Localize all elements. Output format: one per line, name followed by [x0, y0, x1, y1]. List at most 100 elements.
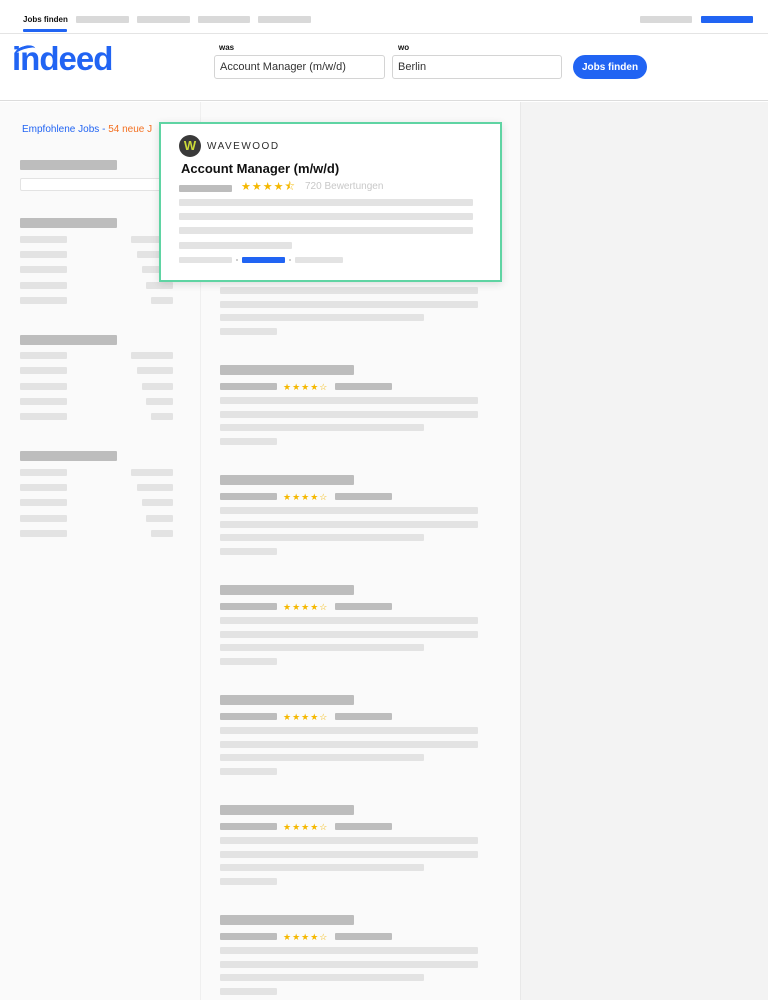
nav-tab-placeholder[interactable]	[198, 16, 250, 23]
job-description-line	[179, 242, 292, 249]
job-description-line	[179, 199, 473, 206]
filter-option[interactable]	[20, 515, 67, 522]
job-description-line	[220, 837, 478, 844]
filter-option[interactable]	[20, 352, 67, 359]
filter-option[interactable]	[20, 236, 67, 243]
company-name-placeholder	[220, 933, 277, 940]
location-placeholder	[335, 933, 392, 940]
filter-option-count	[151, 297, 173, 304]
rating-stars-icon: ★★★★☆	[283, 382, 329, 392]
nav-signin-placeholder[interactable]	[701, 16, 753, 23]
company-name-placeholder	[220, 383, 277, 390]
job-description-line	[220, 301, 478, 308]
filter-option[interactable]	[20, 499, 67, 506]
job-meta-placeholder	[179, 257, 232, 263]
filter-heading-placeholder	[20, 160, 117, 170]
company-name-placeholder	[220, 823, 277, 830]
meta-separator-icon	[289, 259, 291, 261]
job-title[interactable]: Account Manager (m/w/d)	[181, 161, 339, 176]
what-input[interactable]	[214, 55, 385, 79]
what-label: was	[219, 43, 235, 52]
job-description-line	[220, 534, 424, 541]
job-meta-line	[220, 988, 277, 995]
filter-option-count	[146, 282, 173, 289]
nav-tab-placeholder[interactable]	[76, 16, 129, 23]
wavewood-logo-icon: W	[179, 135, 201, 157]
job-description-line	[220, 287, 478, 294]
job-meta-line	[220, 658, 277, 665]
filter-option[interactable]	[20, 484, 67, 491]
job-title-placeholder[interactable]	[220, 365, 354, 375]
job-description-line	[220, 754, 424, 761]
company-placeholder	[179, 185, 232, 192]
nav-tab-placeholder[interactable]	[137, 16, 190, 23]
filter-option-count	[142, 383, 173, 390]
filter-option[interactable]	[20, 297, 67, 304]
filter-option[interactable]	[20, 251, 67, 258]
job-description-line	[220, 507, 478, 514]
job-description-line	[220, 631, 478, 638]
filter-option-count	[142, 499, 173, 506]
filter-option-count	[146, 515, 173, 522]
job-description-line	[220, 961, 478, 968]
filter-input[interactable]	[20, 178, 173, 191]
filter-option[interactable]	[20, 469, 67, 476]
job-detail-pane	[520, 102, 768, 1000]
reviews-count[interactable]: 720 Bewertungen	[305, 181, 383, 192]
company-name-placeholder	[220, 603, 277, 610]
job-title-placeholder[interactable]	[220, 585, 354, 595]
filter-option-count	[131, 352, 173, 359]
job-title-placeholder[interactable]	[220, 475, 354, 485]
job-meta-line	[220, 438, 277, 445]
job-description-line	[220, 397, 478, 404]
job-description-line	[220, 727, 478, 734]
nav-link-placeholder[interactable]	[640, 16, 692, 23]
job-description-line	[220, 851, 478, 858]
filter-option[interactable]	[20, 266, 67, 273]
job-meta-line	[220, 768, 277, 775]
meta-separator-icon	[236, 259, 238, 261]
where-input[interactable]	[392, 55, 562, 79]
filter-option[interactable]	[20, 282, 67, 289]
job-description-line	[179, 227, 473, 234]
filter-option-count	[137, 367, 173, 374]
filter-option-count	[146, 398, 173, 405]
job-title-placeholder[interactable]	[220, 915, 354, 925]
recommended-jobs-link[interactable]: Empfohlene Jobs	[22, 124, 99, 135]
job-description-line	[220, 864, 424, 871]
top-navigation: Jobs finden	[0, 0, 768, 34]
location-placeholder	[335, 383, 392, 390]
filter-option[interactable]	[20, 367, 67, 374]
job-description-line	[220, 411, 478, 418]
job-description-line	[220, 314, 424, 321]
job-meta-line	[220, 878, 277, 885]
job-description-line	[220, 617, 478, 624]
location-placeholder	[335, 603, 392, 610]
rating-stars-icon: ★★★★☆	[283, 932, 329, 942]
location-placeholder	[335, 823, 392, 830]
indeed-logo[interactable]: indeed	[12, 40, 113, 78]
filter-option-count	[137, 484, 173, 491]
heading-separator: -	[102, 124, 106, 135]
filter-group-heading	[20, 218, 117, 228]
nav-tab-placeholder[interactable]	[258, 16, 311, 23]
featured-job-card[interactable]: W WAVEWOOD Account Manager (m/w/d) ★★★★⯪…	[159, 122, 502, 282]
rating-stars-icon: ★★★★☆	[283, 602, 329, 612]
job-highlight-badge[interactable]	[242, 257, 285, 263]
logo-letter: W	[183, 138, 197, 153]
job-title-placeholder[interactable]	[220, 695, 354, 705]
filter-option[interactable]	[20, 530, 67, 537]
filter-option-count	[151, 530, 173, 537]
job-title-placeholder[interactable]	[220, 805, 354, 815]
where-label: wo	[398, 43, 410, 52]
filter-option[interactable]	[20, 413, 67, 420]
job-description-line	[220, 974, 424, 981]
job-description-line	[179, 213, 473, 220]
search-jobs-button[interactable]: Jobs finden	[573, 55, 647, 79]
filter-option[interactable]	[20, 398, 67, 405]
new-jobs-count[interactable]: 54 neue J	[108, 124, 152, 135]
filter-option[interactable]	[20, 383, 67, 390]
company-name-placeholder	[220, 493, 277, 500]
nav-tab-jobs-finden[interactable]: Jobs finden	[23, 15, 68, 24]
filter-option-count	[131, 469, 173, 476]
